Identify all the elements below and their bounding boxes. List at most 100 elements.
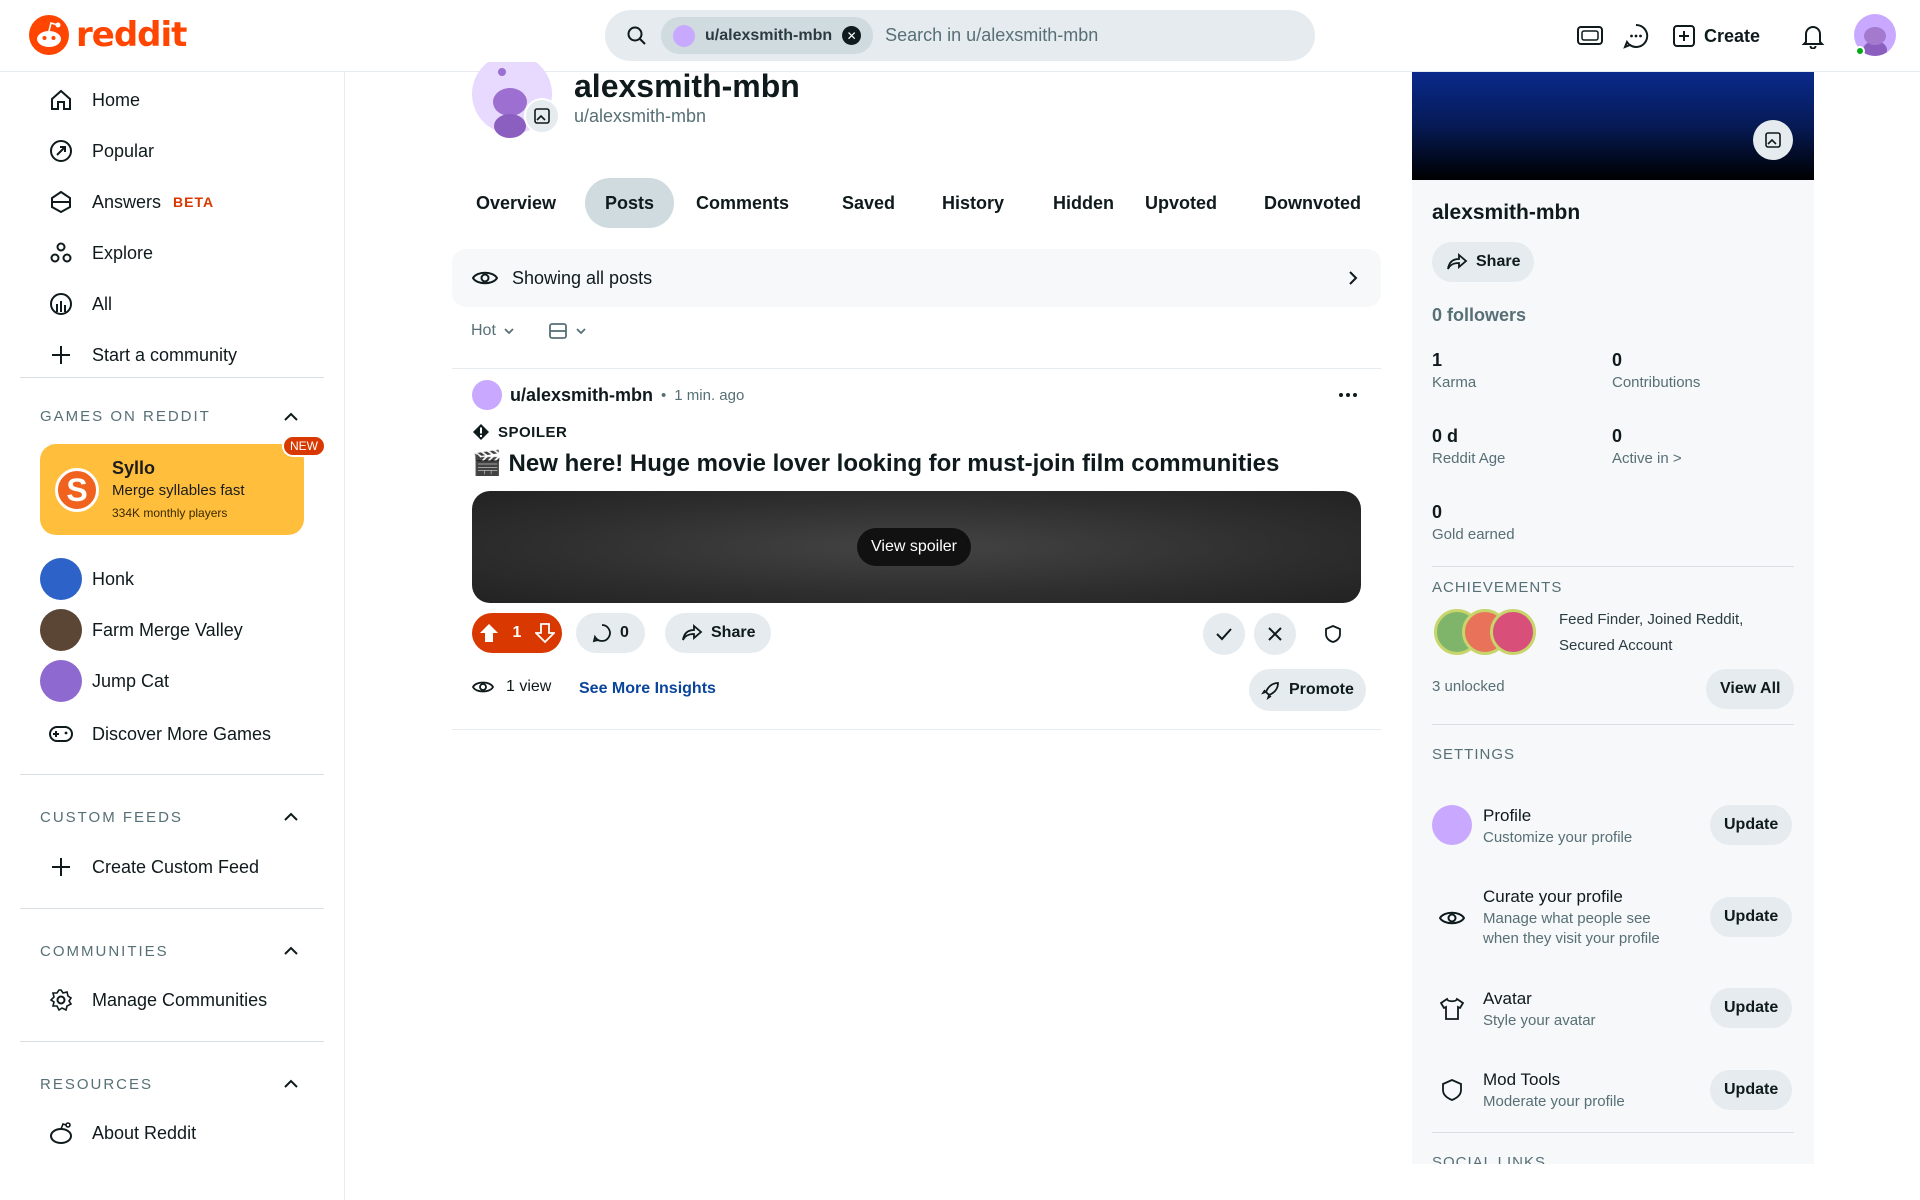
chat-button[interactable] [1616,16,1656,56]
create-label: Create [1704,25,1761,46]
chevron-down-icon[interactable] [502,324,516,338]
update-avatar-button[interactable]: Update [1710,988,1793,1028]
discover-more-games[interactable]: Discover More Games [48,716,271,752]
see-more-insights-link[interactable]: See More Insights [579,680,716,698]
game-item-honk[interactable]: Honk [40,558,134,600]
communities-title[interactable]: COMMUNITIES [40,943,169,960]
chevron-up-icon[interactable] [280,940,302,962]
custom-feeds-title[interactable]: CUSTOM FEEDS [40,809,183,826]
search-icon [627,26,646,45]
chevron-down-icon[interactable] [574,324,588,338]
games-section-title[interactable]: GAMES ON REDDIT [40,408,211,425]
view-spoiler-button[interactable]: View spoiler [857,528,971,566]
search-scope-chip[interactable]: u/alexsmith-mbn ✕ [661,17,874,54]
post-author[interactable]: u/alexsmith-mbn [510,385,653,406]
layout-view-icon[interactable] [548,322,568,340]
remove-button[interactable] [1254,613,1296,655]
profile-tabs: Overview Posts Comments Saved History Hi… [456,178,1380,230]
avatar[interactable] [472,380,502,410]
create-button[interactable]: Create [1672,16,1760,56]
search-input[interactable] [885,25,1186,46]
profile-share-button[interactable]: Share [1432,242,1535,282]
comment-icon [592,624,611,643]
close-icon[interactable]: ✕ [842,26,862,45]
update-profile-button[interactable]: Update [1710,805,1793,845]
shirt-icon [1432,989,1472,1029]
view-all-achievements-button[interactable]: View All [1706,669,1795,709]
online-status-dot [1855,46,1865,56]
chip-label: u/alexsmith-mbn [705,26,833,44]
rocket-icon [1261,682,1279,700]
game-item-jump-cat[interactable]: Jump Cat [40,660,169,702]
achievement-badges[interactable] [1434,609,1544,657]
setting-avatar-title: Avatar [1483,989,1532,1008]
showing-posts-filter[interactable]: Showing all posts [452,249,1381,307]
tab-comments[interactable]: Comments [676,178,809,228]
sidebar-divider [20,908,324,909]
tab-saved[interactable]: Saved [822,178,915,228]
active-in-label[interactable]: Active in > [1612,450,1682,467]
create-custom-feed[interactable]: Create Custom Feed [48,849,259,885]
vote-count: 1 [512,624,522,641]
vote-control: 1 [472,613,562,653]
image-edit-icon [534,108,550,124]
nav-start-community[interactable]: Start a community [48,337,237,373]
followers-count[interactable]: 0 followers [1432,305,1526,326]
game-players: 334K monthly players [112,506,228,520]
tab-hidden[interactable]: Hidden [1033,178,1134,228]
tab-posts[interactable]: Posts [585,178,675,228]
avatar [1432,805,1472,845]
featured-game-card[interactable]: S Syllo Merge syllables fast 334K monthl… [40,444,304,535]
social-links-title: SOCIAL LINKS [1432,1154,1546,1164]
edit-avatar-button[interactable] [524,98,560,134]
tab-overview[interactable]: Overview [456,178,576,228]
dot [1339,393,1343,397]
share-button[interactable]: Share [665,613,772,653]
tab-downvoted[interactable]: Downvoted [1244,178,1380,228]
game-item-farm-merge-valley[interactable]: Farm Merge Valley [40,609,243,651]
edit-banner-button[interactable] [1753,120,1793,160]
about-reddit[interactable]: About Reddit [48,1115,196,1151]
downvote-icon[interactable] [535,622,556,644]
contributions-value: 0 [1612,350,1623,370]
advertise-button[interactable] [1570,16,1610,56]
comments-button[interactable]: 0 [576,613,645,653]
chevron-up-icon[interactable] [280,1073,302,1095]
new-badge: NEW [282,435,326,457]
promote-button[interactable]: Promote [1249,669,1366,711]
nav-popular[interactable]: Popular [48,133,154,169]
resources-title[interactable]: RESOURCES [40,1076,153,1093]
nav-explore[interactable]: Explore [48,235,153,271]
update-curate-button[interactable]: Update [1710,897,1793,937]
mod-shield-button[interactable] [1312,613,1354,655]
approve-button[interactable] [1203,613,1245,655]
upvote-icon[interactable] [479,622,499,644]
bell-icon [1801,26,1825,49]
post-more-options[interactable] [1330,384,1366,406]
profile-right-sidebar: alexsmith-mbn Share 0 followers 1 Karma … [1412,72,1814,1164]
manage-communities-label: Manage Communities [92,989,268,1010]
tab-history[interactable]: History [922,178,1024,228]
manage-communities[interactable]: Manage Communities [48,982,267,1018]
sort-controls: Hot [471,322,588,340]
chevron-up-icon[interactable] [280,806,302,828]
active-in-value: 0 [1612,426,1623,446]
notifications-button[interactable] [1793,16,1833,56]
update-modtools-button[interactable]: Update [1710,1070,1793,1110]
achievements-title: ACHIEVEMENTS [1432,579,1563,596]
setting-modtools-sub: Moderate your profile [1483,1093,1625,1110]
reddit-logo[interactable]: reddit [28,14,187,56]
chevron-up-icon[interactable] [280,406,302,428]
nav-home[interactable]: Home [48,82,140,118]
setting-curate-title: Curate your profile [1483,887,1623,906]
reddit-age-value: 0 d [1432,426,1459,446]
tab-upvoted[interactable]: Upvoted [1125,178,1237,228]
syllo-logo-icon: S [55,468,99,512]
post-title[interactable]: 🎬 New here! Huge movie lover looking for… [472,449,1279,478]
sort-dropdown[interactable]: Hot [471,322,496,340]
nav-answers[interactable]: Answers BETA [48,184,214,220]
search-bar[interactable]: u/alexsmith-mbn ✕ [605,10,1315,61]
about-reddit-label: About Reddit [92,1122,197,1143]
nav-all[interactable]: All [48,286,112,322]
setting-profile-sub: Customize your profile [1483,829,1633,846]
